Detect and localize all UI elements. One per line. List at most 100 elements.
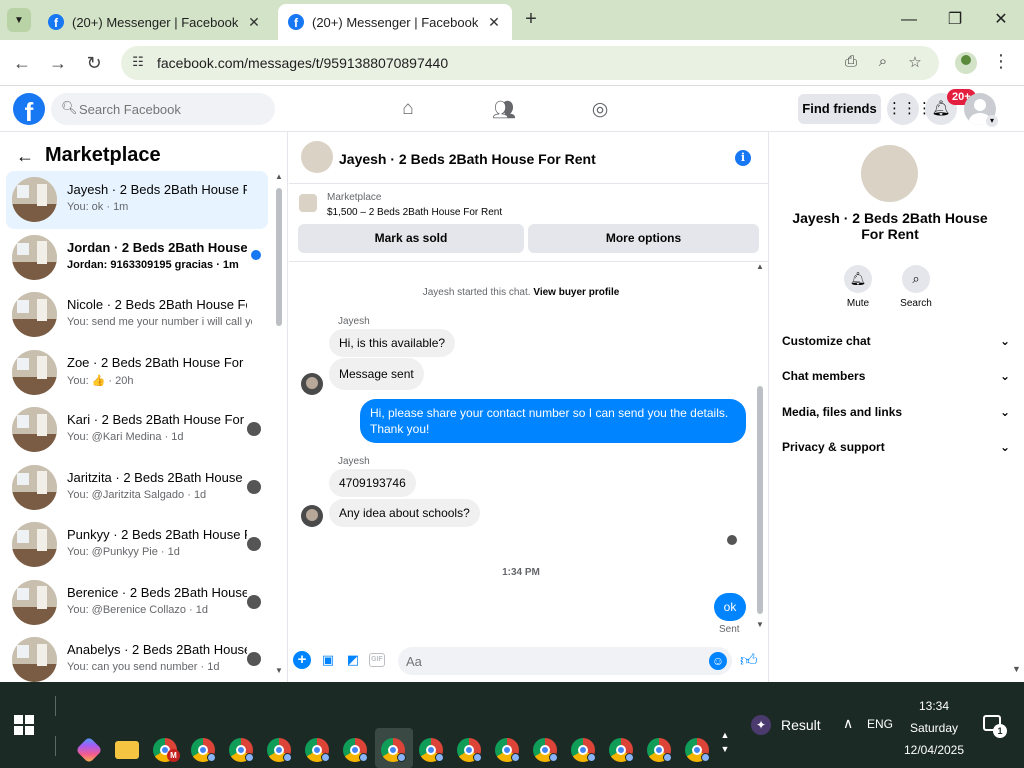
view-buyer-profile-link[interactable]: View buyer profile	[533, 287, 619, 298]
tab-search-menu[interactable]: ▼	[7, 8, 31, 32]
zoom-icon[interactable]: ⌕	[873, 53, 893, 73]
conversation-item[interactable]: Kari · 2 Beds 2Bath House For Rent You: @…	[6, 401, 268, 459]
taskbar-scroll[interactable]: ▲ ▼	[719, 728, 731, 756]
bookmark-star-icon[interactable]: ☆	[905, 53, 925, 73]
browser-menu-icon[interactable]: ⋮	[992, 51, 1010, 72]
browser-tab-bar: ▼ f (20+) Messenger | Facebook ✕ f (20+)…	[0, 0, 1024, 40]
message-bubble-outgoing[interactable]: ok	[714, 593, 746, 621]
minimize-button[interactable]: —	[897, 8, 921, 32]
profile-badge-icon	[701, 753, 710, 762]
chat-title[interactable]: Jayesh · 2 Beds 2Bath House For Rent	[339, 151, 596, 167]
more-options-button[interactable]: More options	[528, 224, 759, 253]
home-icon[interactable]: ⌂	[396, 98, 420, 122]
conversation-item[interactable]: Jordan · 2 Beds 2Bath House For Rent Jord…	[6, 229, 268, 287]
windows-taskbar: M ▲ ▼ ✦ Result ∧ ENG 13:34 Saturday 12/04…	[0, 682, 1024, 768]
message-bubble-outgoing[interactable]: Hi, please share your contact number so …	[360, 399, 746, 443]
gif-icon[interactable]: GIF	[369, 653, 385, 667]
site-info-icon[interactable]: ☷	[129, 54, 147, 72]
install-app-icon[interactable]: ⎙	[841, 53, 861, 73]
url-text[interactable]: facebook.com/messages/t/9591388070897440	[157, 55, 448, 71]
friends-icon[interactable]: 👥︎	[492, 98, 516, 122]
listing-thumbnail[interactable]	[301, 141, 333, 173]
message-composer: + ▣ ◩ GIF ☺ 👍︎	[289, 640, 768, 682]
customize-chat-section[interactable]: Customize chat ⌄	[782, 330, 1010, 352]
back-arrow-icon[interactable]: ←	[16, 146, 34, 167]
search-in-chat-button[interactable]: ⌕ Search	[891, 265, 941, 309]
file-explorer-icon[interactable]	[115, 741, 139, 759]
media-files-links-section[interactable]: Media, files and links ⌄	[782, 401, 1010, 423]
emoji-icon[interactable]: ☺	[709, 652, 727, 670]
result-label[interactable]: Result	[781, 717, 821, 733]
conversation-item[interactable]: Nicole · 2 Beds 2Bath House For Rent You:…	[6, 286, 268, 344]
sender-avatar[interactable]	[301, 505, 323, 527]
conversation-name: Anabelys · 2 Beds 2Bath House For Rent	[67, 642, 247, 657]
browser-profile-icon[interactable]	[955, 52, 977, 74]
groups-icon[interactable]: ◎	[588, 98, 612, 122]
facebook-search[interactable]: 🔍︎	[51, 93, 275, 125]
scroll-up-icon[interactable]: ▲	[275, 172, 283, 181]
thumbs-up-icon[interactable]: 👍︎	[740, 650, 758, 671]
profile-badge-icon	[321, 753, 330, 762]
new-tab-button[interactable]: +	[520, 9, 542, 31]
language-indicator[interactable]: ENG	[867, 717, 893, 731]
chat-pane: Jayesh · 2 Beds 2Bath House For Rent i M…	[289, 132, 769, 682]
back-button[interactable]: ←	[10, 51, 34, 75]
conversation-item[interactable]: Punkyy · 2 Beds 2Bath House For Rent You:…	[6, 516, 268, 574]
facebook-logo-icon[interactable]: f	[13, 93, 45, 125]
result-app-icon[interactable]: ✦	[751, 715, 771, 735]
find-friends-button[interactable]: Find friends	[798, 94, 881, 124]
chevron-down-icon[interactable]: ▾	[986, 115, 998, 127]
attach-image-icon[interactable]: ▣	[319, 651, 337, 669]
message-bubble-incoming[interactable]: Message sent	[329, 358, 424, 390]
scrollbar-thumb[interactable]	[276, 188, 282, 326]
conversation-name: Jaritzita · 2 Beds 2Bath House For Rent	[67, 469, 247, 485]
tray-overflow-chevron-icon[interactable]: ∧	[843, 715, 853, 732]
clock[interactable]: 13:34 Saturday 12/04/2025	[900, 695, 968, 761]
chat-scrollbar[interactable]: ▲ ▼	[755, 262, 765, 634]
page-scroll-down-icon[interactable]: ▼	[1012, 664, 1021, 674]
message-bubble-incoming[interactable]: 4709193746	[329, 469, 416, 497]
info-icon[interactable]: i	[735, 150, 751, 166]
profile-badge-icon	[473, 753, 482, 762]
listing-price[interactable]: $1,500 – 2 Beds 2Bath House For Rent	[327, 207, 502, 218]
message-timestamp: 1:34 PM	[502, 567, 540, 578]
close-window-button[interactable]: ✕	[989, 8, 1013, 32]
sender-avatar[interactable]	[301, 373, 323, 395]
add-plus-icon[interactable]: +	[293, 651, 311, 669]
conversation-item[interactable]: Anabelys · 2 Beds 2Bath House For Rent Yo…	[6, 631, 268, 682]
windows-start-icon[interactable]	[14, 715, 34, 735]
profile-badge-icon	[435, 753, 444, 762]
privacy-support-section[interactable]: Privacy & support ⌄	[782, 436, 1010, 458]
mute-button[interactable]: 🔔︎ Mute	[833, 265, 883, 309]
message-bubble-incoming[interactable]: Any idea about schools?	[329, 499, 480, 527]
scroll-up-icon[interactable]: ▲	[756, 262, 764, 271]
mark-as-sold-button[interactable]: Mark as sold	[298, 224, 524, 253]
listing-avatar[interactable]	[861, 145, 918, 202]
scrollbar-thumb[interactable]	[757, 386, 763, 614]
message-bubble-incoming[interactable]: Hi, is this available?	[329, 329, 456, 357]
message-input[interactable]	[398, 647, 732, 675]
browser-tab-1[interactable]: f (20+) Messenger | Facebook ✕	[38, 4, 272, 40]
forward-button[interactable]: →	[46, 51, 70, 75]
profile-badge-icon	[207, 753, 216, 762]
restore-button[interactable]: ❐	[943, 8, 967, 32]
read-receipt-avatar	[247, 652, 261, 666]
menu-grid-icon[interactable]: ⋮⋮⋮	[887, 93, 932, 125]
browser-tab-2[interactable]: f (20+) Messenger | Facebook ✕	[278, 4, 512, 40]
conversation-item[interactable]: Zoe · 2 Beds 2Bath House For Rent You: 👍 …	[6, 344, 268, 402]
sticker-icon[interactable]: ◩	[344, 651, 362, 669]
chat-members-section[interactable]: Chat members ⌄	[782, 365, 1010, 387]
conversation-scrollbar[interactable]: ▲ ▼	[275, 172, 283, 677]
tab-close-icon[interactable]: ✕	[486, 14, 502, 31]
reload-button[interactable]: ↻	[82, 51, 106, 75]
tab-close-icon[interactable]: ✕	[246, 14, 262, 31]
conversation-item[interactable]: Jaritzita · 2 Beds 2Bath House For Rent Y…	[6, 459, 268, 517]
address-bar[interactable]: ☷ facebook.com/messages/t/95913880708974…	[121, 46, 939, 80]
listing-small-thumbnail[interactable]	[299, 194, 317, 212]
copilot-icon[interactable]	[75, 736, 103, 764]
scroll-down-icon[interactable]: ▼	[275, 666, 283, 675]
conversation-item[interactable]: Jayesh · 2 Beds 2Bath House For Rent You:…	[6, 171, 268, 229]
scroll-down-icon[interactable]: ▼	[756, 620, 764, 629]
search-input[interactable]	[79, 93, 269, 125]
conversation-item[interactable]: Berenice · 2 Beds 2Bath House For Rent Yo…	[6, 574, 268, 632]
